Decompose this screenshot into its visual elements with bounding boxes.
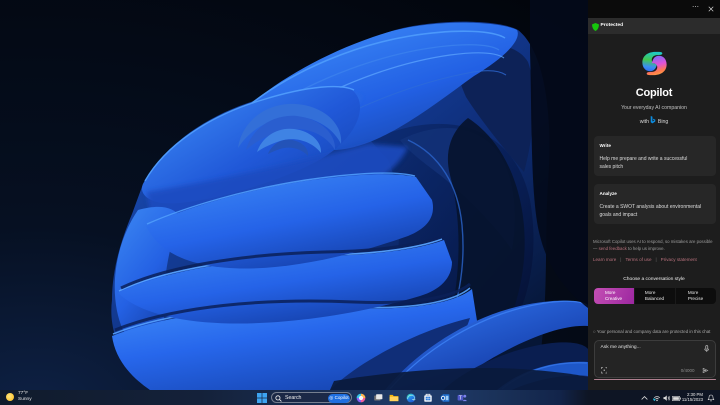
svg-text:T: T <box>458 395 461 401</box>
